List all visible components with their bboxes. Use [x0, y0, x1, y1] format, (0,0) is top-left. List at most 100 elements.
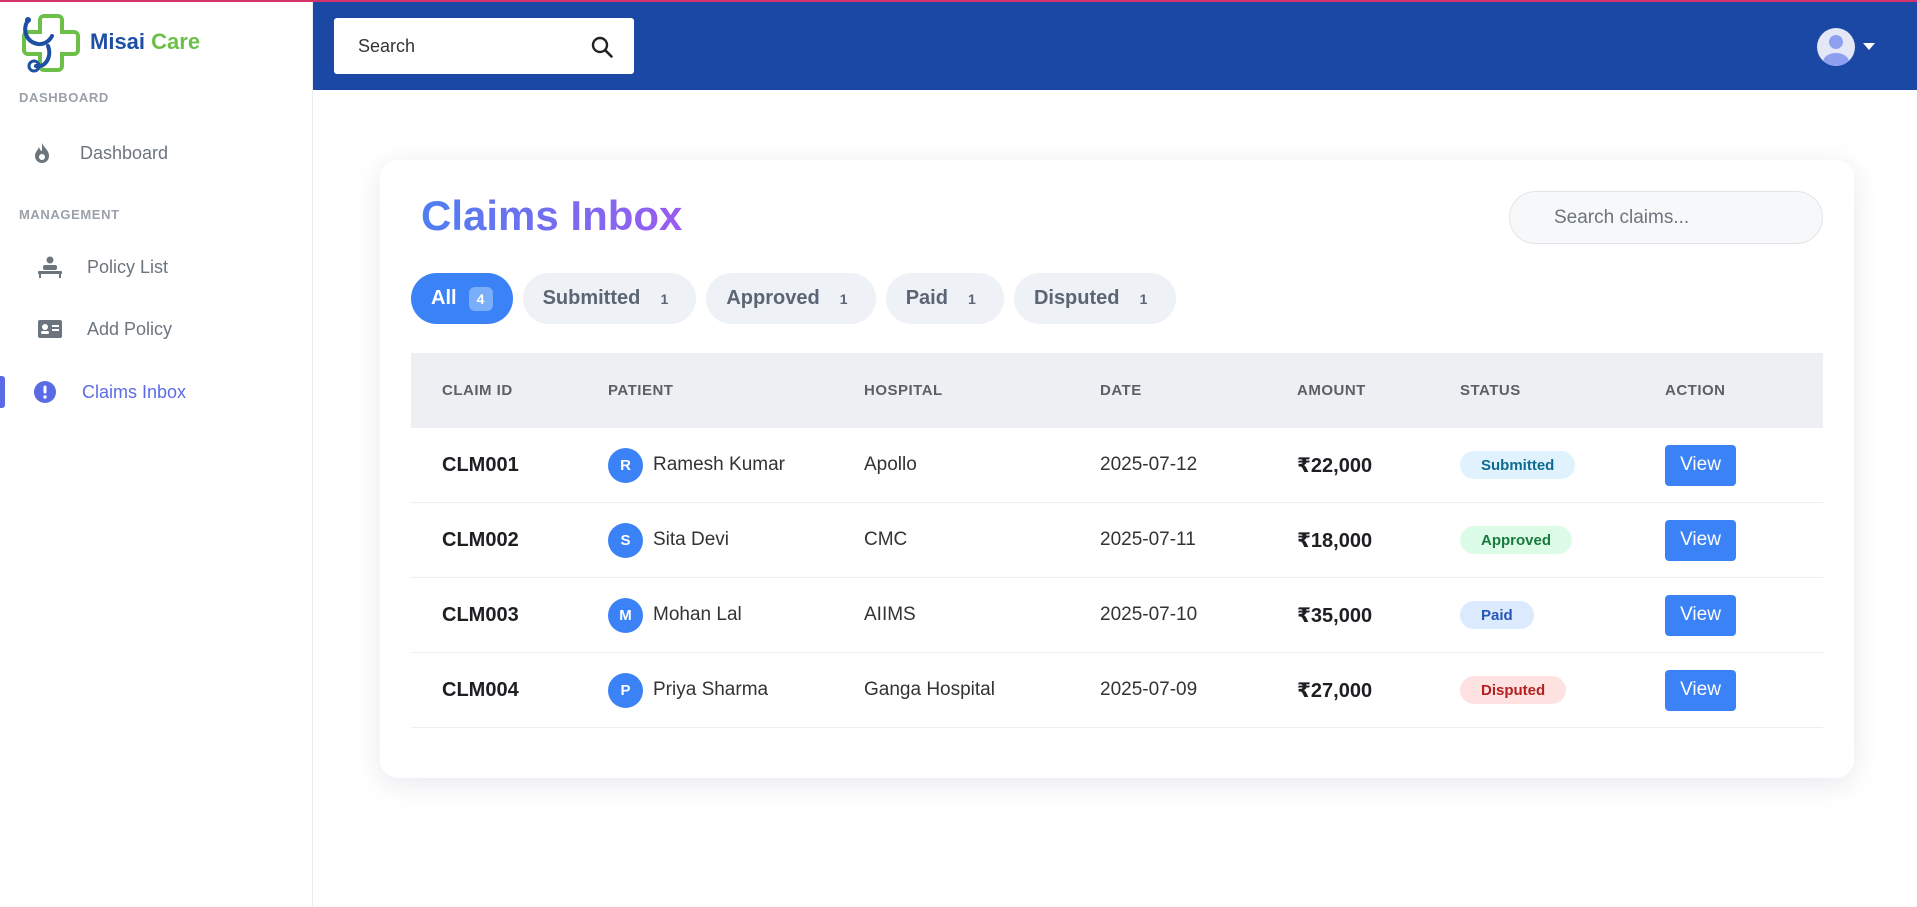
action-cell: View: [1665, 669, 1823, 711]
id-card-icon: [36, 315, 64, 343]
top-accent-bar: [0, 0, 1917, 2]
claim-amount: ₹22,000: [1297, 454, 1373, 477]
status-badge: Paid: [1460, 601, 1534, 629]
avatar: M: [608, 597, 643, 633]
status-badge: Submitted: [1460, 451, 1576, 479]
sidebar-item-label: Policy List: [87, 256, 169, 277]
hospital-name: CMC: [864, 529, 908, 550]
status-cell: Paid: [1460, 601, 1665, 629]
avatar: R: [608, 447, 643, 483]
claims-table: CLAIM ID PATIENT HOSPITAL DATE AMOUNT ST…: [411, 353, 1823, 728]
sidebar-item-policy-list[interactable]: Policy List: [0, 245, 312, 289]
tab-label: Submitted: [542, 287, 641, 309]
search-icon[interactable]: [590, 35, 614, 59]
chevron-down-icon[interactable]: [1863, 43, 1875, 50]
patient-cell: S Sita Devi: [577, 522, 864, 558]
tab-label: All: [431, 287, 457, 309]
sidebar-item-label: Claims Inbox: [82, 381, 187, 402]
top-header: [313, 2, 1917, 90]
brand-name-part2: Care: [151, 29, 201, 54]
claim-date: 2025-07-09: [1100, 679, 1198, 700]
brand-name: Misai Care: [90, 29, 200, 55]
status-cell: Disputed: [1460, 676, 1665, 704]
status-tabs: All 4 Submitted 1 Approved 1 Paid 1 Disp…: [411, 273, 1176, 325]
patient-cell: R Ramesh Kumar: [577, 447, 864, 483]
column-header-claim-id: CLAIM ID: [442, 382, 513, 399]
tab-approved[interactable]: Approved 1: [706, 273, 876, 324]
column-header-hospital: HOSPITAL: [864, 382, 943, 399]
status-cell: Submitted: [1460, 451, 1665, 479]
tab-label: Paid: [905, 287, 948, 309]
column-header-action: ACTION: [1665, 382, 1726, 399]
brand-logo[interactable]: Misai Care: [18, 12, 200, 74]
sidebar-item-dashboard[interactable]: Dashboard: [0, 131, 312, 175]
person-bed-icon: [36, 253, 64, 281]
tab-label: Disputed: [1033, 287, 1120, 309]
tab-label: Approved: [726, 287, 820, 309]
patient-name: Priya Sharma: [653, 679, 769, 700]
claim-amount: ₹18,000: [1297, 529, 1373, 552]
claim-id: CLM004: [442, 678, 519, 701]
sidebar-item-label: Dashboard: [80, 142, 169, 163]
status-badge: Disputed: [1460, 676, 1567, 704]
hospital-name: AIIMS: [864, 604, 916, 625]
patient-name: Mohan Lal: [653, 604, 742, 625]
claims-inbox-card: Claims Inbox All 4 Submitted 1 Approved …: [380, 160, 1854, 778]
patient-cell: M Mohan Lal: [577, 597, 864, 633]
page-title: Claims Inbox: [421, 192, 683, 239]
flame-icon: [28, 139, 56, 167]
action-cell: View: [1665, 594, 1823, 636]
sidebar-item-claims-inbox[interactable]: Claims Inbox: [0, 370, 312, 414]
header-search-input[interactable]: [358, 35, 578, 57]
claim-amount: ₹27,000: [1297, 679, 1373, 702]
user-avatar-icon[interactable]: [1817, 28, 1855, 66]
view-button[interactable]: View: [1665, 444, 1736, 486]
view-button[interactable]: View: [1665, 519, 1736, 561]
tab-disputed[interactable]: Disputed 1: [1013, 273, 1176, 324]
tab-count-badge: 1: [968, 290, 976, 307]
claim-date: 2025-07-11: [1100, 529, 1196, 550]
action-cell: View: [1665, 444, 1823, 486]
table-row: CLM004 P Priya Sharma Ganga Hospital 202…: [411, 653, 1823, 728]
table-row: CLM003 M Mohan Lal AIIMS 2025-07-10 ₹35,…: [411, 578, 1823, 653]
hospital-name: Ganga Hospital: [864, 679, 995, 700]
sidebar-item-add-policy[interactable]: Add Policy: [0, 307, 312, 351]
view-button[interactable]: View: [1665, 669, 1736, 711]
hospital-name: Apollo: [864, 454, 917, 475]
claim-id: CLM002: [442, 528, 519, 551]
header-search: [334, 18, 634, 74]
claims-search-input[interactable]: [1510, 192, 1822, 243]
column-header-patient: PATIENT: [608, 382, 674, 399]
status-badge: Approved: [1460, 526, 1573, 554]
patient-name: Sita Devi: [653, 529, 730, 550]
tab-count-badge: 1: [660, 290, 669, 307]
claims-search: [1509, 191, 1823, 244]
sidebar: Misai Care DASHBOARD Dashboard MANAGEMEN…: [0, 0, 313, 907]
action-cell: View: [1665, 519, 1823, 561]
column-header-status: STATUS: [1460, 382, 1521, 399]
claim-date: 2025-07-10: [1100, 604, 1198, 625]
tab-submitted[interactable]: Submitted 1: [522, 273, 697, 324]
tab-count-badge: 1: [1139, 290, 1148, 307]
table-header: CLAIM ID PATIENT HOSPITAL DATE AMOUNT ST…: [411, 353, 1823, 428]
brand-name-part1: Misai: [90, 29, 146, 54]
tab-count-badge: 1: [839, 290, 848, 307]
claim-id: CLM003: [442, 603, 519, 626]
view-button[interactable]: View: [1665, 594, 1736, 636]
nav-section-management: MANAGEMENT: [19, 207, 120, 222]
patient-cell: P Priya Sharma: [577, 672, 864, 708]
sidebar-item-label: Add Policy: [87, 318, 173, 339]
tab-paid[interactable]: Paid 1: [885, 273, 1004, 324]
claim-id: CLM001: [442, 453, 519, 476]
avatar: P: [608, 672, 643, 708]
avatar: S: [608, 522, 643, 558]
column-header-amount: AMOUNT: [1297, 382, 1366, 399]
claim-date: 2025-07-12: [1100, 454, 1198, 475]
nav-section-dashboard: DASHBOARD: [19, 90, 109, 105]
table-row: CLM002 S Sita Devi CMC 2025-07-11 ₹18,00…: [411, 503, 1823, 578]
logo-icon: [22, 14, 80, 73]
tab-all[interactable]: All 4: [411, 273, 513, 324]
claim-amount: ₹35,000: [1297, 604, 1373, 627]
tab-count-badge: 4: [468, 286, 493, 311]
table-row: CLM001 R Ramesh Kumar Apollo 2025-07-12 …: [411, 428, 1823, 503]
